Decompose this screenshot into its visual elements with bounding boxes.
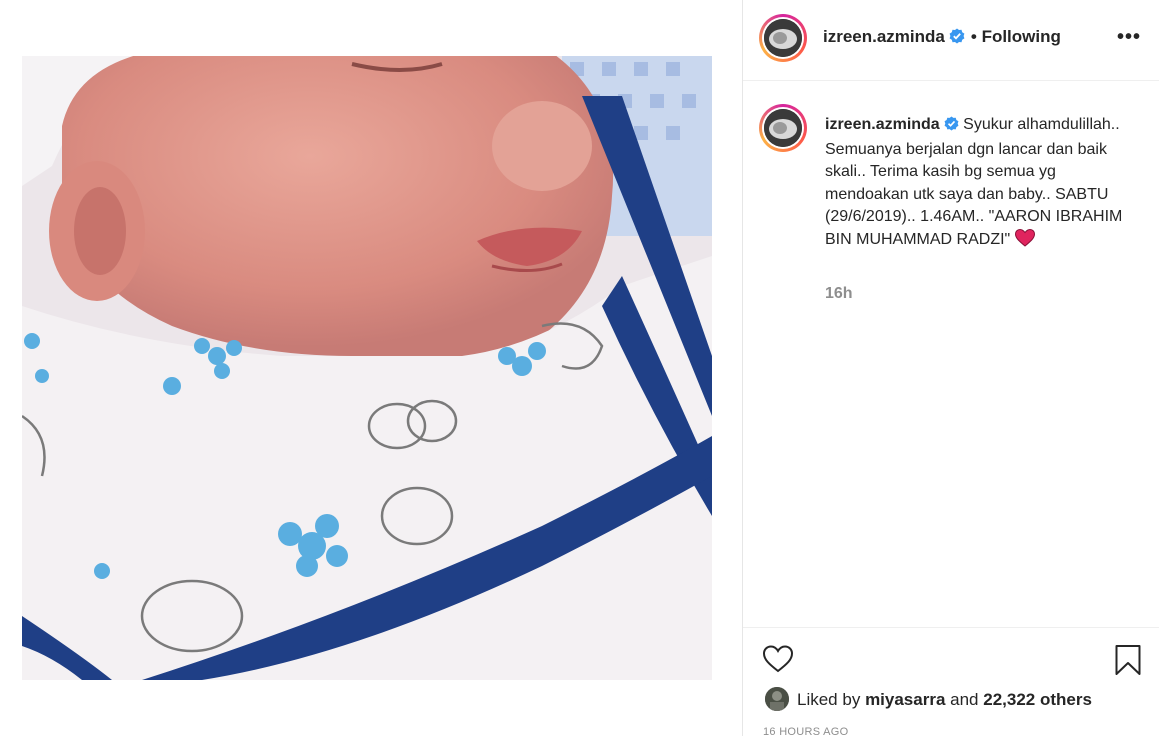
liker-username[interactable]: miyasarra	[865, 690, 945, 709]
header-user-info: izreen.azminda • Following	[823, 27, 1061, 49]
caption-username[interactable]: izreen.azminda	[825, 116, 940, 133]
caption-text: izreen.azminda Syukur alhamdulillah.. Se…	[825, 114, 1125, 251]
follow-status-label: Following	[981, 27, 1061, 46]
post-media-pane	[0, 0, 742, 736]
verified-badge-icon	[944, 116, 959, 139]
post-photo[interactable]	[22, 56, 712, 680]
post-header: izreen.azminda • Following •••	[743, 0, 1159, 81]
likes-prefix: Liked by	[797, 690, 861, 709]
likes-count[interactable]: 22,322 others	[983, 690, 1092, 709]
liker-avatar[interactable]	[765, 687, 789, 711]
caption-avatar[interactable]	[759, 104, 807, 152]
newborn-baby-image	[22, 56, 712, 680]
follow-status[interactable]: • Following	[971, 27, 1061, 46]
verified-badge-icon	[949, 28, 965, 49]
post-sidebar: izreen.azminda • Following ••• izreen.azm…	[743, 0, 1159, 738]
caption-body: Syukur alhamdulillah.. Semuanya berjalan…	[825, 116, 1123, 248]
avatar-photo-icon	[764, 19, 802, 57]
likes-and: and	[950, 690, 979, 709]
avatar-photo-icon	[764, 109, 802, 147]
actions-divider	[743, 627, 1159, 628]
likes-summary: Liked by miyasarra and 22,322 others	[765, 687, 1092, 711]
red-heart-icon	[1014, 228, 1035, 248]
caption-time[interactable]: 16h	[825, 285, 853, 303]
more-options-icon[interactable]: •••	[1117, 26, 1141, 49]
header-username[interactable]: izreen.azminda	[823, 27, 945, 46]
heart-outline-icon[interactable]	[762, 644, 794, 679]
bookmark-icon[interactable]	[1114, 644, 1142, 681]
header-avatar[interactable]	[759, 14, 807, 62]
post-timestamp[interactable]: 16 HOURS AGO	[763, 726, 849, 738]
